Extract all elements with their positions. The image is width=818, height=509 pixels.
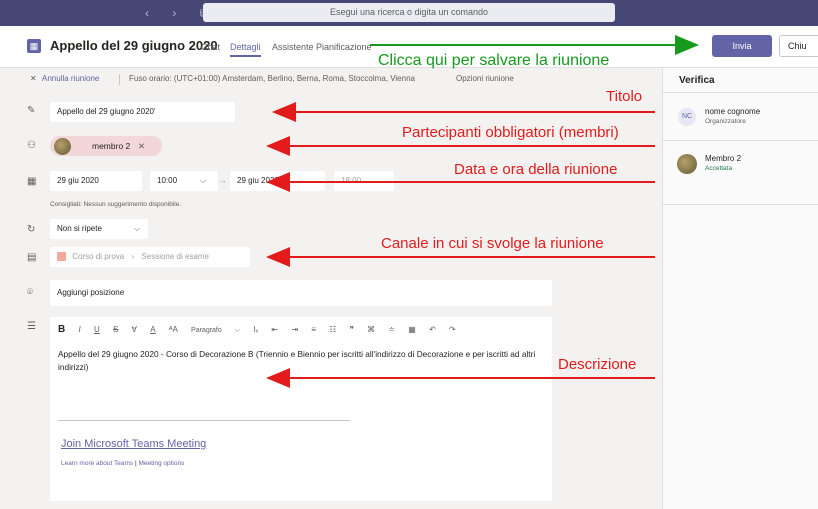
annotation-title: Titolo <box>606 88 643 105</box>
annotation-arrows <box>266 35 699 388</box>
annotation-datetime: Data e ora della riunione <box>454 161 618 178</box>
annotation-attendees: Partecipanti obbligatori (membri) <box>402 124 619 141</box>
annotation-description: Descrizione <box>558 356 637 373</box>
annotation-channel: Canale in cui si svolge la riunione <box>381 235 604 252</box>
annotation-save: Clicca qui per salvare la riunione <box>378 52 610 69</box>
